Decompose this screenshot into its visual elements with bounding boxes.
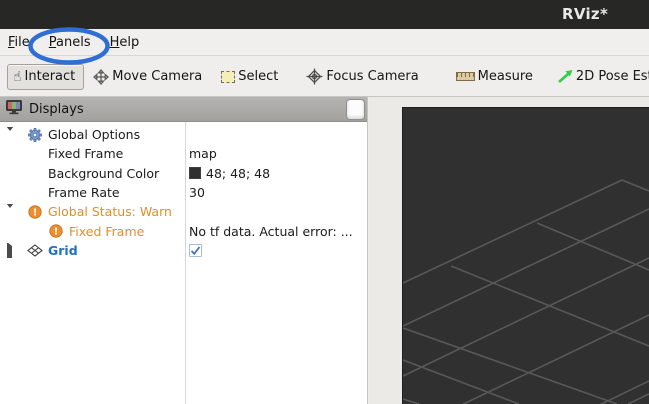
collapse-arrow-icon[interactable]	[6, 131, 14, 139]
tf-error-message: No tf data. Actual error: ...	[185, 224, 353, 239]
tree-row-fixed-frame-warning[interactable]: ! Fixed Frame No tf data. Actual error: …	[0, 221, 367, 240]
tool-select-button[interactable]: Select	[221, 69, 278, 84]
displays-panel-title: Displays	[29, 102, 84, 117]
3d-viewport[interactable]	[402, 107, 649, 404]
color-swatch	[189, 167, 201, 179]
svg-text:!: !	[33, 207, 37, 218]
tool-2d-pose-estimate-button[interactable]: 2D Pose Esti	[557, 69, 649, 84]
gear-icon	[27, 128, 43, 142]
svg-text:!: !	[54, 227, 58, 238]
tool-focus-camera-button[interactable]: Focus Camera	[306, 68, 418, 85]
displays-tree: Global Options Fixed Frame map Backgroun…	[0, 122, 367, 404]
ground-grid	[403, 108, 649, 404]
tree-row-background-color[interactable]: Background Color 48; 48; 48	[0, 164, 367, 183]
tool-2d-pose-estimate-label: 2D Pose Esti	[576, 69, 649, 84]
row-label: Global Status: Warn	[48, 204, 172, 219]
frame-rate-value[interactable]: 30	[185, 185, 205, 200]
grid-icon	[27, 244, 43, 257]
pose-arrow-icon	[557, 69, 573, 84]
row-label: Fixed Frame	[69, 224, 144, 239]
tree-row-global-status[interactable]: ! Global Status: Warn	[0, 202, 367, 221]
tool-move-camera-label: Move Camera	[112, 69, 202, 84]
collapse-arrow-icon[interactable]	[6, 208, 14, 216]
hand-cursor-icon: ☝	[13, 70, 22, 84]
tool-focus-camera-label: Focus Camera	[326, 69, 418, 84]
render-area	[369, 97, 649, 404]
background-color-value[interactable]: 48; 48; 48	[185, 166, 270, 181]
title-bar: RViz*	[0, 0, 649, 29]
tool-measure-button[interactable]: Measure	[456, 69, 533, 84]
tool-interact-label: Interact	[25, 69, 76, 84]
main-area: Displays	[0, 97, 649, 404]
fixed-frame-value[interactable]: map	[185, 146, 217, 161]
ruler-icon	[456, 72, 475, 81]
focus-crosshair-icon	[306, 68, 323, 85]
menu-bar: File Panels Help	[0, 29, 649, 56]
tree-row-grid[interactable]: Grid	[0, 241, 367, 260]
menu-help-mnemonic: H	[110, 35, 120, 50]
row-label: Fixed Frame	[48, 146, 123, 161]
menu-file-rest: ile	[15, 35, 30, 50]
warning-icon: !	[27, 205, 43, 219]
warning-icon: !	[48, 224, 64, 238]
color-value-text: 48; 48; 48	[206, 166, 270, 181]
tool-select-label: Select	[238, 69, 278, 84]
menu-file[interactable]: File	[8, 31, 30, 54]
panel-float-button[interactable]	[346, 99, 365, 120]
tool-interact-button[interactable]: ☝ Interact	[7, 64, 84, 90]
move-arrows-icon	[93, 69, 109, 85]
expand-arrow-icon[interactable]	[6, 246, 14, 254]
row-label: Frame Rate	[48, 185, 120, 200]
row-label: Global Options	[48, 127, 140, 142]
grid-enabled-checkbox[interactable]	[189, 244, 202, 257]
monitor-icon	[5, 99, 23, 119]
row-label: Grid	[48, 243, 78, 258]
menu-panels[interactable]: Panels	[49, 31, 91, 54]
menu-help[interactable]: Help	[110, 31, 140, 54]
displays-panel: Displays	[0, 97, 368, 404]
tree-column-separator[interactable]	[185, 122, 186, 404]
menu-panels-mnemonic: P	[49, 35, 56, 50]
selection-box-icon	[221, 71, 235, 83]
menu-help-rest: elp	[119, 35, 139, 50]
tree-row-frame-rate[interactable]: Frame Rate 30	[0, 183, 367, 202]
tool-measure-label: Measure	[478, 69, 533, 84]
row-label: Background Color	[48, 166, 159, 181]
tool-move-camera-button[interactable]: Move Camera	[93, 69, 202, 85]
window-title: RViz*	[562, 5, 608, 23]
displays-panel-header[interactable]: Displays	[0, 97, 367, 122]
tree-row-global-options[interactable]: Global Options	[0, 125, 367, 144]
tree-row-fixed-frame[interactable]: Fixed Frame map	[0, 144, 367, 163]
menu-panels-rest: anels	[56, 35, 91, 50]
toolbar: ☝ Interact Move Camera Select	[0, 57, 649, 97]
